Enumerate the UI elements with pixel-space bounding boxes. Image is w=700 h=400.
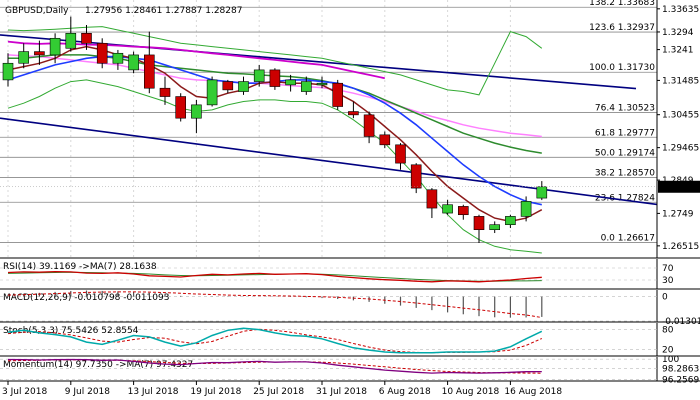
candle-body-8 (128, 54, 139, 71)
fib-label-3: 76.4 1.30523 (595, 103, 655, 113)
x-tick-label-0: 3 Jul 2018 (2, 387, 47, 397)
fib-label-8: 0.0 1.26617 (601, 233, 655, 243)
candle-body-19 (300, 81, 312, 92)
x-tick-label-3: 19 Jul 2018 (190, 387, 241, 397)
candle-body-2 (34, 51, 45, 56)
candle-body-9 (144, 54, 155, 89)
main-plot-bg (0, 0, 657, 258)
x-tick-label-1: 9 Jul 2018 (65, 387, 110, 397)
candle-body-25 (395, 144, 406, 164)
price-tick-label-4: 1.30455 (662, 111, 699, 121)
candle-body-17 (269, 69, 281, 87)
main-price-panel[interactable]: 138.2 1.33683 123.6 1.32937 100.0 1.31730 7… (0, 0, 700, 259)
rsi-panel[interactable]: 70 30 RSI(14) 39.1169 ->MA(7) 28.1638 (0, 259, 700, 290)
candle-body-11 (175, 96, 186, 119)
fib-label-7: 23.6 1.27824 (595, 193, 655, 203)
x-tick-label-2: 13 Jul 2018 (128, 387, 179, 397)
candle-body-18 (285, 79, 296, 86)
x-tick-label-5: 31 Jul 2018 (316, 387, 367, 397)
macd-panel[interactable]: 0-0.01301MACD(12,26,9) -0.010798 -0.0110… (0, 290, 700, 327)
price-tick-label-2: 1.3241 (662, 46, 694, 56)
candle-body-22 (348, 111, 359, 116)
candle-body-24 (379, 134, 391, 146)
chart-canvas: 138.2 1.33683 123.6 1.32937 100.0 1.31730 7… (0, 0, 700, 397)
candle-body-12 (191, 104, 202, 119)
x-tick-label-7: 10 Aug 2018 (442, 387, 500, 397)
candle-body-7 (112, 52, 124, 64)
price-tick-label-5: 1.29465 (662, 144, 699, 154)
candle-body-4 (65, 32, 77, 49)
x-tick-label-8: 16 Aug 2018 (504, 387, 562, 397)
candle-body-34 (536, 186, 548, 199)
fib-label-4: 61.8 1.29777 (595, 128, 655, 138)
x-axis: 3 Jul 2018 9 Jul 2018 13 Jul 2018 19 Jul 20… (2, 381, 562, 397)
price-tick-label-0: 1.33635 (662, 5, 699, 15)
candle-body-0 (2, 62, 14, 81)
fib-label-0: 138.2 1.33683 (589, 0, 655, 8)
candle-body-32 (505, 216, 516, 226)
candle-body-23 (363, 114, 375, 137)
price-tick-label-7: 1.2749 (662, 209, 694, 219)
candle-body-10 (159, 87, 171, 97)
candle-body-29 (457, 206, 469, 216)
candle-body-21 (332, 82, 344, 107)
candle-body-33 (520, 201, 532, 217)
candle-body-28 (442, 204, 453, 214)
fib-label-6: 38.2 1.28570 (595, 168, 655, 178)
stochastic-panel[interactable]: 8020Stoch(5,3,3) 75.5426 52.8554 (0, 323, 700, 357)
rsi-label: RSI(14) 39.1169 ->MA(7) 28.1638 (3, 262, 157, 272)
rsi-tick-0: 70 (662, 264, 674, 274)
x-tick-label-4: 25 Jul 2018 (253, 387, 304, 397)
symbol-label: GBPUSD,Daily (5, 6, 69, 16)
candle-body-27 (426, 189, 438, 209)
fib-label-2: 100.0 1.31730 (589, 63, 655, 73)
candle-body-31 (489, 224, 501, 231)
macd-tick-0: 0 (662, 293, 668, 303)
candle-body-14 (222, 81, 234, 91)
candle-body-6 (96, 42, 108, 64)
candle-body-26 (410, 164, 422, 189)
candle-body-16 (253, 69, 265, 82)
momentum-label: Momentum(14) 97.7350 ->MA(7) 97.4327 (3, 360, 193, 370)
price-tick-label-1: 1.3294 (662, 28, 694, 38)
stoch-tick-0: 80 (662, 326, 674, 336)
rsi-tick-1: 30 (662, 276, 674, 286)
momentum-tick-1: 98.2863 (662, 365, 699, 375)
fib-label-1: 123.6 1.32937 (589, 23, 655, 33)
momentum-panel[interactable]: 10098.286396.2569Momentum(14) 97.7350 ->… (0, 355, 700, 386)
candle-body-15 (238, 81, 249, 92)
momentum-tick-2: 96.2569 (662, 376, 699, 386)
fib-label-5: 50.0 1.29174 (595, 148, 655, 158)
candle-body-13 (206, 79, 218, 106)
candle-body-30 (473, 216, 485, 231)
stoch-tick-1: 20 (662, 345, 674, 355)
current-price-label: 1.28287 (661, 183, 698, 193)
candle-body-3 (49, 37, 61, 56)
price-tick-label-8: 1.26515 (662, 242, 699, 252)
candle-body-1 (18, 51, 30, 64)
ohlc-label: 1.27956 1.28461 1.27887 1.28287 (85, 6, 242, 16)
candle-body-20 (316, 82, 328, 86)
x-tick-label-6: 6 Aug 2018 (379, 387, 431, 397)
price-tick-label-3: 1.31485 (662, 76, 699, 86)
chart-root: 138.2 1.33683 123.6 1.32937 100.0 1.31730 7… (0, 0, 700, 400)
candle-body-5 (81, 32, 92, 44)
